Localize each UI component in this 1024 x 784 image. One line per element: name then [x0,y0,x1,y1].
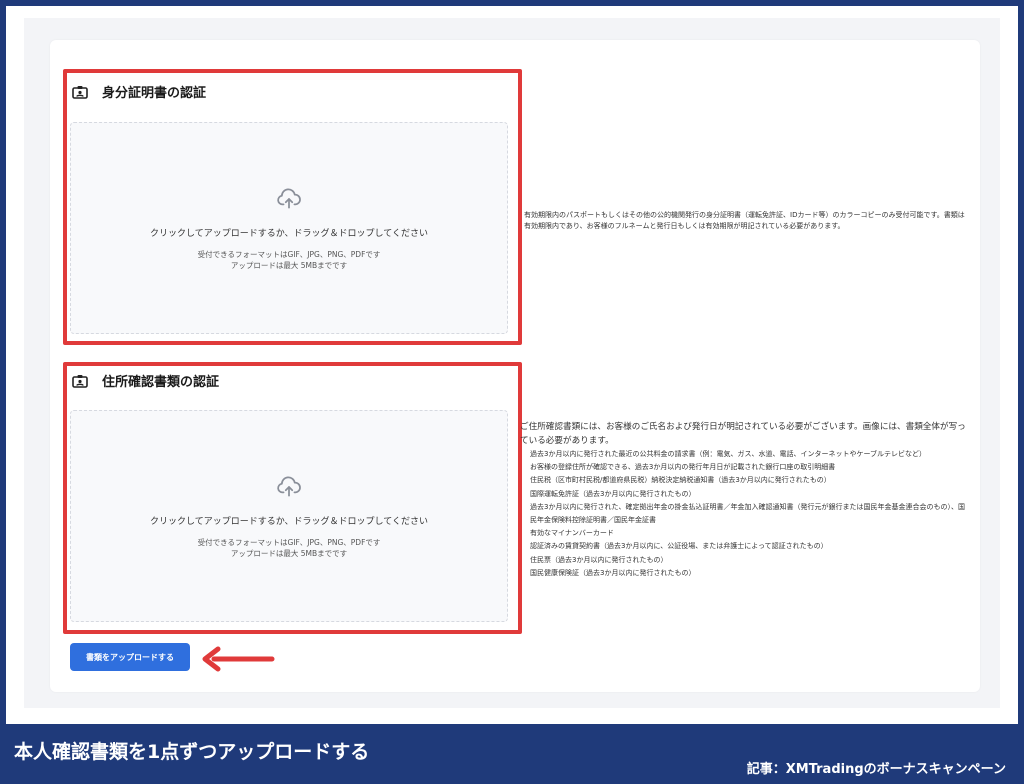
list-item: 過去3か月以内に発行された最近の公共料金の請求書（例：電気、ガス、水道、電話、イ… [530,450,927,458]
footer-source: 記事：XMTradingのボーナスキャンペーン [746,762,1006,777]
dropzone-instruction: クリックしてアップロードするか、ドラッグ＆ドロップしてください [149,228,428,239]
list-item: お客様の登録住所が確認できる、過去3か月以内の発行年月日が記載された銀行口座の取… [530,463,836,472]
identity-description: 有効期限内のパスポートもしくはその他の公的機関発行の身分証明書（運転免許証、ID… [524,211,965,230]
upload-documents-button[interactable]: 書類をアップロードする [70,643,190,671]
footer-caption: 本人確認書類を1点ずつアップロードする [14,741,370,763]
id-card-icon [72,374,88,388]
address-description: ご住所確認書類には、お客様のご氏名および発行日が明記されている必要がございます。… [520,422,966,446]
list-item: 認証済みの賃貸契約書（過去3か月以内に、公証役場、または弁護士によって認証された… [530,542,828,551]
caption-footer: 本人確認書類を1点ずつアップロードする 記事：XMTradingのボーナスキャン… [0,724,1024,784]
list-item: 住民税（区市町村民税/都道府県民税）納税決定納税通知書（過去3か月以内に発行され… [530,476,831,485]
identity-dropzone[interactable]: クリックしてアップロードするか、ドラッグ＆ドロップしてください 受付できるフォー… [70,122,508,334]
dropzone-instruction: クリックしてアップロードするか、ドラッグ＆ドロップしてください [149,516,428,527]
cloud-upload-icon [276,474,302,504]
address-document-list: 過去3か月以内に発行された最近の公共料金の請求書（例：電気、ガス、水道、電話、イ… [520,448,966,580]
left-arrow-icon [200,646,276,676]
dropzone-max-size: アップロードは最大 5MBまでです [230,260,348,270]
list-item: 国際運転免許証（過去3か月以内に発行されたもの） [530,489,696,498]
list-item: 住民票（過去3か月以内に発行されたもの） [530,555,668,564]
address-dropzone[interactable]: クリックしてアップロードするか、ドラッグ＆ドロップしてください 受付できるフォー… [70,410,508,622]
identity-section-title: 身分証明書の認証 [72,82,206,101]
dropzone-formats: 受付できるフォーマットはGIF、JPG、PNG、PDFです [197,537,381,547]
list-item: 国民健康保険証（過去3か月以内に発行されたもの） [530,568,696,577]
list-item: 過去3か月以内に発行された、確定拠出年金の掛金払込証明書／年金加入確認通知書（発… [530,502,965,525]
dropzone-max-size: アップロードは最大 5MBまでです [230,548,348,558]
id-card-icon [72,85,88,99]
address-description-block: ご住所確認書類には、お客様のご氏名および発行日が明記されている必要がございます。… [520,420,966,580]
list-item: 有効なマイナンバーカード [530,529,614,538]
address-section-title: 住所確認書類の認証 [72,371,219,390]
cloud-upload-icon [276,186,302,216]
address-title-text: 住所確認書類の認証 [102,375,220,390]
identity-title-text: 身分証明書の認証 [102,86,207,101]
dropzone-formats: 受付できるフォーマットはGIF、JPG、PNG、PDFです [197,249,381,259]
